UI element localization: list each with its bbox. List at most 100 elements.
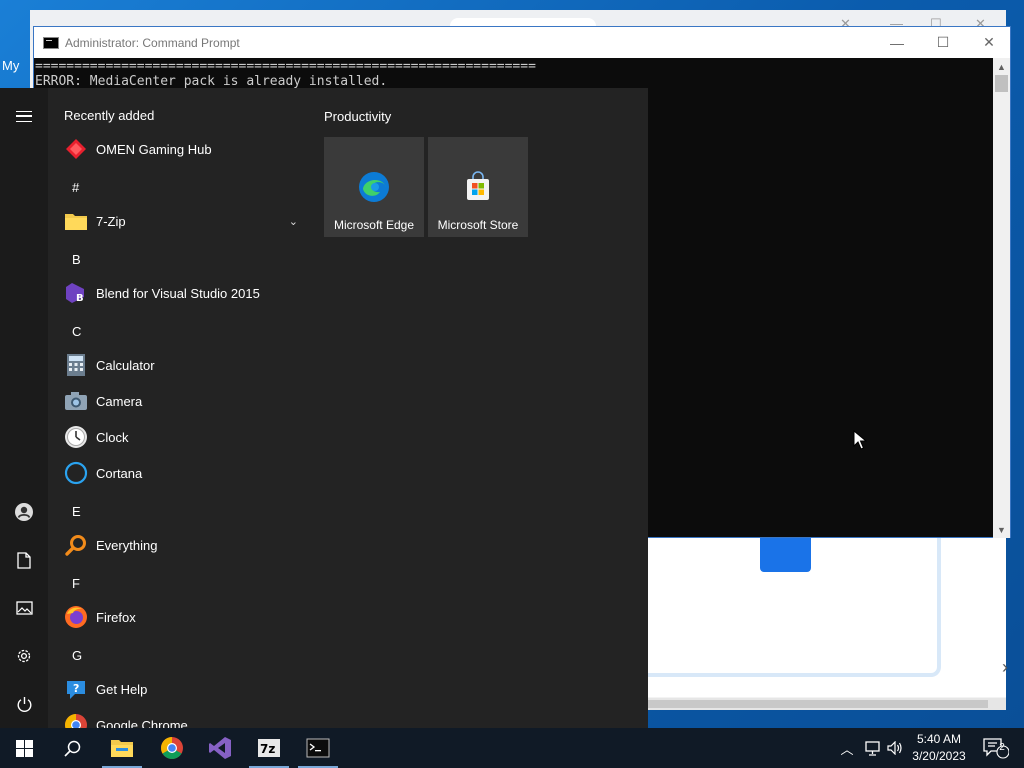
mouse-cursor-icon: [853, 430, 867, 450]
console-icon: [43, 36, 59, 49]
app-label: Everything: [96, 537, 158, 553]
app-label: Calculator: [96, 357, 155, 373]
camera-icon: [64, 389, 88, 413]
app-label: Clock: [96, 429, 129, 445]
letter-header-b[interactable]: B: [72, 252, 81, 267]
everything-icon: [64, 533, 88, 557]
hamburger-button[interactable]: [0, 94, 48, 138]
start-button[interactable]: [0, 728, 48, 768]
start-rail: [0, 88, 48, 728]
app-everything[interactable]: Everything: [48, 527, 300, 563]
background-window-content: ›: [648, 537, 1008, 697]
svg-text:?: ?: [73, 682, 79, 695]
volume-button[interactable]: [884, 728, 906, 768]
tile-label: Microsoft Store: [437, 218, 519, 232]
search-button[interactable]: [48, 728, 96, 768]
volume-icon: [887, 741, 902, 755]
app-list[interactable]: Recently added OMEN Gaming Hub # 7-Zip ⌄…: [48, 88, 300, 728]
clock-date: 3/20/2023: [912, 749, 966, 763]
app-label: 7-Zip: [96, 213, 126, 229]
user-account-button[interactable]: [0, 490, 48, 534]
taskbar-7zip[interactable]: 7z: [245, 728, 293, 768]
app-label: OMEN Gaming Hub: [96, 141, 212, 157]
show-hidden-icons-button[interactable]: ︿: [836, 728, 858, 768]
background-panel: [648, 537, 941, 677]
command-prompt-titlebar[interactable]: Administrator: Command Prompt — ☐ ✕: [34, 27, 1010, 58]
chrome-icon: [64, 713, 88, 728]
scroll-up-icon[interactable]: ▲: [993, 58, 1010, 75]
close-button[interactable]: ✕: [966, 27, 1012, 58]
taskbar-chrome[interactable]: [148, 728, 196, 768]
app-calculator[interactable]: Calculator: [48, 347, 300, 383]
network-icon: [864, 740, 880, 756]
app-camera[interactable]: Camera: [48, 383, 300, 419]
window-title: Administrator: Command Prompt: [65, 35, 240, 50]
taskbar: 7z ︿ 5:40 AM 3/20/2023 2: [0, 728, 1024, 768]
letter-header-c[interactable]: C: [72, 324, 81, 339]
scroll-down-icon[interactable]: ▼: [993, 521, 1010, 538]
background-scrollbar: [648, 698, 1006, 710]
app-blend-for-visual-studio[interactable]: B Blend for Visual Studio 2015: [48, 275, 300, 311]
calculator-icon: [64, 353, 88, 377]
chevron-right-icon: ›: [1002, 657, 1008, 677]
app-cortana[interactable]: Cortana: [48, 455, 300, 491]
background-scroll-thumb: [648, 700, 988, 708]
gear-icon: [17, 649, 31, 663]
clock-icon: [64, 425, 88, 449]
chevron-down-icon[interactable]: ⌄: [289, 215, 298, 228]
app-label: Firefox: [96, 609, 136, 625]
background-blue-button: [760, 537, 811, 572]
document-icon: [17, 551, 31, 569]
pictures-button[interactable]: [0, 586, 48, 630]
visual-studio-icon: [209, 737, 231, 759]
taskbar-file-explorer[interactable]: [98, 728, 146, 768]
desktop-icon-label[interactable]: My: [2, 58, 19, 73]
blend-icon: B: [64, 281, 88, 305]
cortana-icon: [64, 461, 88, 485]
taskbar-command-prompt[interactable]: [294, 728, 342, 768]
console-line: ========================================…: [35, 59, 536, 74]
clock-time: 5:40 AM: [916, 732, 962, 746]
app-7zip[interactable]: 7-Zip ⌄: [48, 203, 300, 239]
folder-icon: [64, 209, 88, 233]
app-clock[interactable]: Clock: [48, 419, 300, 455]
letter-header-hash[interactable]: #: [72, 180, 79, 195]
network-button[interactable]: [860, 728, 884, 768]
documents-button[interactable]: [0, 538, 48, 582]
pictures-icon: [15, 601, 33, 615]
app-get-help[interactable]: ? Get Help: [48, 671, 300, 707]
get-help-icon: ?: [64, 677, 88, 701]
start-menu: Recently added OMEN Gaming Hub # 7-Zip ⌄…: [0, 88, 648, 728]
start-icon: [15, 739, 33, 757]
scroll-thumb[interactable]: [995, 75, 1008, 92]
maximize-button[interactable]: ☐: [920, 27, 966, 58]
tile-microsoft-store[interactable]: Microsoft Store: [428, 137, 528, 237]
app-label: Google Chrome: [96, 717, 188, 729]
console-line: ERROR: MediaCenter pack is already insta…: [35, 74, 388, 89]
tiles-group-title[interactable]: Productivity: [324, 109, 391, 124]
tile-microsoft-edge[interactable]: Microsoft Edge: [324, 137, 424, 237]
app-label: Get Help: [96, 681, 148, 697]
svg-text:B: B: [76, 293, 84, 304]
action-center-button[interactable]: 2: [976, 728, 1016, 768]
letter-header-e[interactable]: E: [72, 504, 81, 519]
file-explorer-icon: [111, 740, 133, 757]
store-icon: [467, 171, 489, 200]
app-google-chrome[interactable]: Google Chrome: [48, 707, 300, 728]
taskbar-clock[interactable]: 5:40 AM 3/20/2023: [906, 731, 972, 765]
app-label: Blend for Visual Studio 2015: [96, 285, 260, 301]
app-omen-gaming-hub[interactable]: OMEN Gaming Hub: [48, 131, 300, 167]
notification-count-badge: 2: [999, 742, 1005, 753]
power-icon: [17, 696, 31, 712]
chevron-up-icon: ︿: [840, 741, 854, 757]
console-scrollbar[interactable]: ▲ ▼: [993, 58, 1010, 538]
search-icon: [63, 740, 80, 757]
letter-header-f[interactable]: F: [72, 576, 80, 591]
letter-header-g[interactable]: G: [72, 648, 82, 663]
minimize-button[interactable]: —: [874, 27, 920, 58]
taskbar-visual-studio[interactable]: [196, 728, 244, 768]
chrome-icon: [161, 737, 183, 759]
app-firefox[interactable]: Firefox: [48, 599, 300, 635]
settings-button[interactable]: [0, 634, 48, 678]
power-button[interactable]: [0, 682, 48, 726]
